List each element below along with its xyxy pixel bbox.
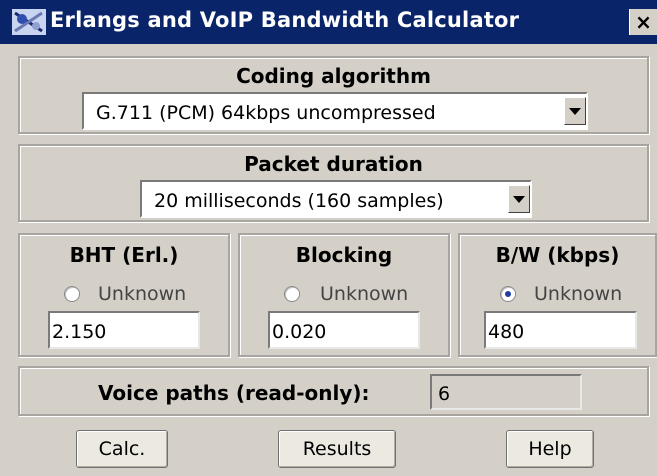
bandwidth-unknown-label: Unknown (534, 283, 623, 305)
coding-algorithm-group: Coding algorithm G.711 (PCM) 64kbps unco… (18, 56, 649, 134)
bandwidth-title: B/W (kbps) (495, 243, 620, 267)
chevron-down-icon[interactable] (508, 185, 530, 213)
bandwidth-input[interactable]: 480 (484, 311, 637, 349)
bht-group: BHT (Erl.) Unknown 2.150 (18, 233, 230, 357)
blocking-title: Blocking (295, 243, 393, 267)
voice-paths-value: 6 (438, 383, 451, 405)
bht-unknown-option[interactable]: Unknown (20, 283, 228, 309)
results-button[interactable]: Results (278, 430, 396, 468)
packet-duration-select[interactable]: 20 milliseconds (160 samples) (140, 180, 532, 218)
blocking-unknown-label: Unknown (320, 283, 409, 305)
blocking-unknown-option[interactable]: Unknown (240, 283, 448, 309)
blocking-value: 0.020 (272, 321, 327, 343)
title-bar[interactable]: Erlangs and VoIP Bandwidth Calculator × (0, 0, 657, 44)
bandwidth-unknown-radio[interactable] (500, 286, 516, 302)
bht-title: BHT (Erl.) (69, 243, 179, 267)
bandwidth-value: 480 (488, 321, 525, 343)
coding-algorithm-value: G.711 (PCM) 64kbps uncompressed (96, 102, 436, 124)
app-icon (12, 9, 46, 35)
close-button[interactable]: × (629, 9, 657, 35)
help-button[interactable]: Help (506, 430, 594, 468)
bht-input[interactable]: 2.150 (48, 311, 200, 349)
bht-value: 2.150 (52, 321, 107, 343)
blocking-group: Blocking Unknown 0.020 (238, 233, 450, 357)
bandwidth-unknown-option[interactable]: Unknown (460, 283, 655, 309)
voice-paths-label: Voice paths (read-only): (98, 381, 370, 405)
radio-selected-dot (505, 291, 511, 297)
blocking-input[interactable]: 0.020 (268, 311, 420, 349)
coding-algorithm-title: Coding algorithm (236, 64, 431, 88)
packet-duration-title: Packet duration (244, 152, 423, 176)
voice-paths-group: Voice paths (read-only): 6 (18, 366, 649, 416)
packet-duration-value: 20 milliseconds (160 samples) (154, 190, 444, 212)
bandwidth-group: B/W (kbps) Unknown 480 (458, 233, 657, 357)
blocking-unknown-radio[interactable] (284, 286, 300, 302)
coding-algorithm-select[interactable]: G.711 (PCM) 64kbps uncompressed (82, 92, 588, 130)
bht-unknown-radio[interactable] (64, 286, 80, 302)
calculator-window: Erlangs and VoIP Bandwidth Calculator × … (0, 0, 657, 476)
packet-duration-group: Packet duration 20 milliseconds (160 sam… (18, 144, 649, 222)
chevron-down-icon[interactable] (564, 97, 586, 125)
window-title: Erlangs and VoIP Bandwidth Calculator (50, 8, 520, 32)
bht-unknown-label: Unknown (98, 283, 187, 305)
voice-paths-field: 6 (430, 374, 582, 410)
calc-button[interactable]: Calc. (76, 430, 168, 468)
